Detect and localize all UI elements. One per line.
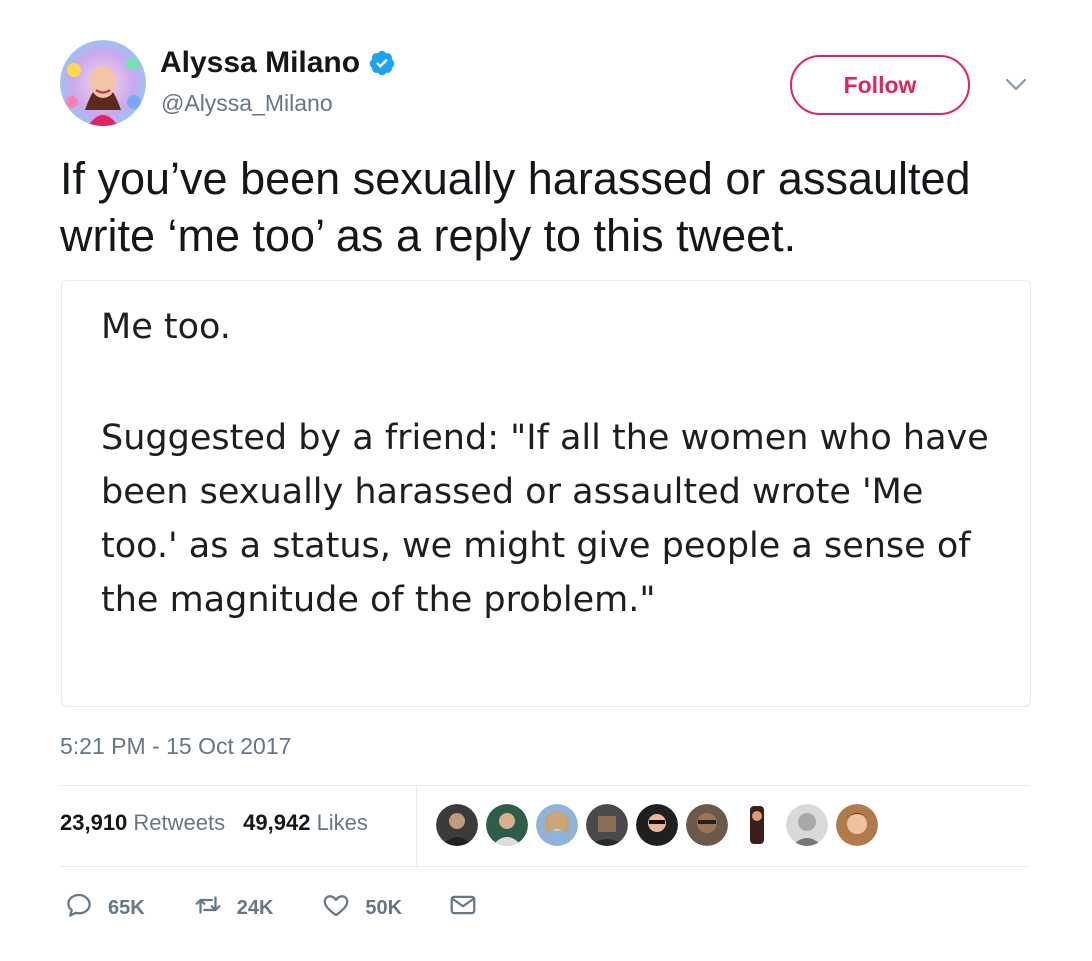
retweet-count: 24K <box>236 896 274 919</box>
liker-avatar[interactable] <box>586 804 628 846</box>
tweet-text: If you’ve been sexually harassed or assa… <box>60 153 971 261</box>
tweet-actions: 65K 24K 50K <box>64 890 478 926</box>
display-name-text[interactable]: Alyssa Milano <box>160 46 360 80</box>
retweets-stat-label: Retweets <box>133 810 226 835</box>
retweets-stat-count: 23,910 <box>60 810 128 835</box>
liker-avatar[interactable] <box>536 804 578 846</box>
media-text-body: Suggested by a friend: "If all the women… <box>101 418 989 620</box>
liker-avatar[interactable] <box>686 804 728 846</box>
tweet-media-card[interactable]: Me too. Suggested by a friend: "If all t… <box>61 280 1031 707</box>
divider <box>60 785 1030 786</box>
liker-avatar[interactable] <box>786 804 828 846</box>
likes-stat[interactable]: 49,942 Likes <box>243 810 368 836</box>
author-handle[interactable]: @Alyssa_Milano <box>161 90 333 117</box>
liker-avatar[interactable] <box>486 804 528 846</box>
direct-message-button[interactable] <box>448 890 478 926</box>
author-avatar[interactable] <box>60 40 146 126</box>
like-count: 50K <box>365 896 403 919</box>
liker-avatar[interactable] <box>836 804 878 846</box>
reply-icon <box>64 890 94 926</box>
likes-stat-label: Likes <box>316 810 368 835</box>
heart-icon <box>321 890 351 926</box>
reply-count: 65K <box>108 896 145 919</box>
liker-avatar[interactable] <box>736 804 778 846</box>
author-display-name[interactable]: Alyssa Milano <box>160 46 396 80</box>
liker-avatars <box>436 804 886 846</box>
retweets-stat[interactable]: 23,910 Retweets <box>60 810 225 836</box>
chevron-down-icon[interactable] <box>1004 76 1028 94</box>
retweet-icon <box>193 890 223 926</box>
liker-avatar[interactable] <box>436 804 478 846</box>
tweet-timestamp[interactable]: 5:21 PM - 15 Oct 2017 <box>60 733 291 760</box>
retweet-button[interactable]: 24K <box>193 890 274 926</box>
follow-button[interactable]: Follow <box>790 55 970 115</box>
envelope-icon <box>448 890 478 926</box>
media-text-line: Me too. <box>101 307 231 347</box>
tweet-stats: 23,910 Retweets 49,942 Likes <box>60 810 386 836</box>
likes-stat-count: 49,942 <box>243 810 311 835</box>
verified-badge-icon <box>368 49 396 77</box>
divider <box>60 866 1030 867</box>
liker-avatar[interactable] <box>636 804 678 846</box>
reply-button[interactable]: 65K <box>64 890 145 926</box>
stats-separator <box>416 786 417 866</box>
like-button[interactable]: 50K <box>321 890 402 926</box>
